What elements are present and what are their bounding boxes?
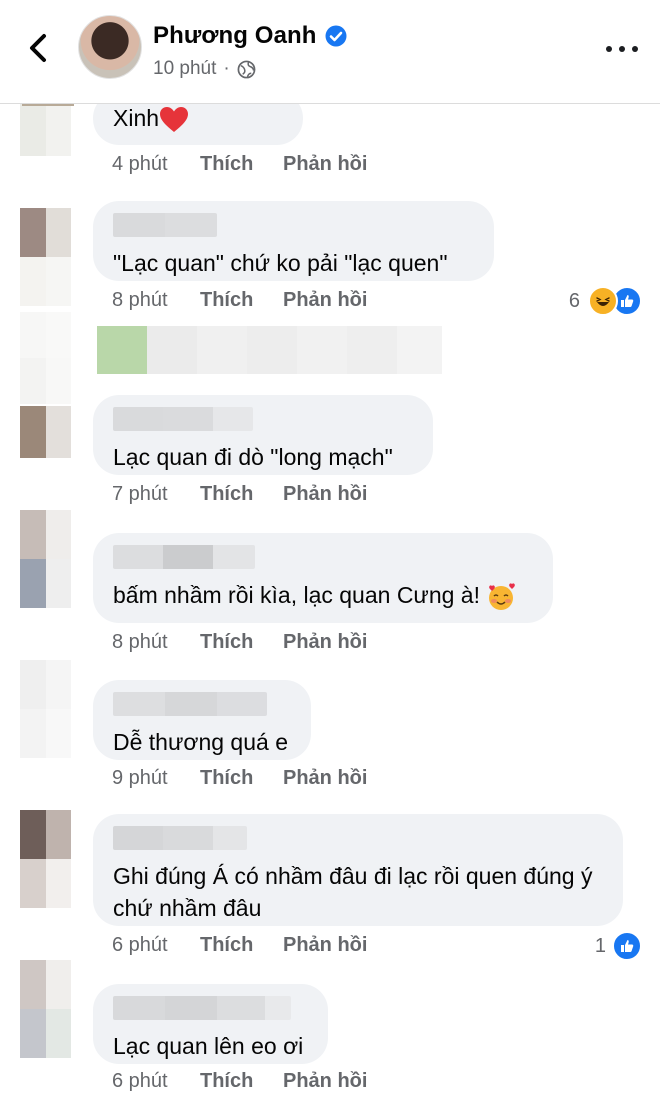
comment-actions: 6 phút Thích Phản hồi bbox=[112, 1070, 367, 1093]
avatar[interactable] bbox=[20, 406, 71, 458]
comment-time[interactable]: 9 phút bbox=[112, 767, 200, 790]
like-button[interactable]: Thích bbox=[200, 631, 283, 654]
commenter-name-blurred[interactable] bbox=[113, 213, 217, 237]
reply-button[interactable]: Phản hồi bbox=[283, 1070, 367, 1093]
commenter-name-blurred[interactable] bbox=[113, 692, 267, 716]
post-meta: 10 phút · bbox=[153, 58, 256, 80]
like-button[interactable]: Thích bbox=[200, 934, 283, 957]
comment-text: Lạc quan đi dò "long mạch" bbox=[113, 444, 393, 470]
post-header: Phương Oanh 10 phút · bbox=[0, 0, 660, 104]
more-options-icon bbox=[606, 46, 612, 52]
reply-button[interactable]: Phản hồi bbox=[283, 483, 367, 506]
like-reaction-icon bbox=[612, 931, 642, 961]
like-button[interactable]: Thích bbox=[200, 153, 283, 176]
author-avatar[interactable] bbox=[78, 15, 142, 79]
commenter-name-blurred[interactable] bbox=[113, 996, 291, 1020]
comment-actions: 4 phút Thích Phản hồi bbox=[112, 153, 367, 176]
comment-bubble[interactable]: Lạc quan lên eo ơi bbox=[93, 984, 328, 1064]
avatar[interactable] bbox=[20, 810, 71, 908]
post-time[interactable]: 10 phút bbox=[153, 58, 216, 80]
author-name-text: Phương Oanh bbox=[153, 22, 317, 49]
comment-text: Lạc quan lên eo ơi bbox=[113, 1033, 304, 1059]
reaction-summary[interactable]: 6 bbox=[569, 286, 642, 316]
reaction-count: 6 bbox=[568, 289, 580, 312]
comment-time[interactable]: 6 phút bbox=[112, 934, 200, 957]
more-options-button[interactable] bbox=[606, 38, 638, 60]
comment-time[interactable]: 4 phút bbox=[112, 153, 200, 176]
comment-actions: 8 phút Thích Phản hồi bbox=[112, 289, 367, 312]
reply-button[interactable]: Phản hồi bbox=[283, 631, 367, 654]
commenter-name-blurred[interactable] bbox=[113, 545, 255, 569]
comment-time[interactable]: 8 phút bbox=[112, 289, 200, 312]
comment-actions: 8 phút Thích Phản hồi bbox=[112, 631, 367, 654]
author-name[interactable]: Phương Oanh bbox=[153, 22, 347, 50]
reply-button[interactable]: Phản hồi bbox=[283, 934, 367, 957]
comment-actions: 9 phút Thích Phản hồi bbox=[112, 767, 367, 790]
comment-bubble[interactable]: bấm nhầm rồi kìa, lạc quan Cưng à! bbox=[93, 533, 553, 623]
comment-text: Ghi đúng Á có nhầm đâu đi lạc rồi quen đ… bbox=[113, 863, 593, 921]
comment-bubble[interactable]: "Lạc quan" chứ ko pải "lạc quen" bbox=[93, 201, 494, 281]
heart-emoji-icon bbox=[160, 106, 189, 132]
reply-button[interactable]: Phản hồi bbox=[283, 289, 367, 312]
comment-bubble[interactable]: Lạc quan đi dò "long mạch" bbox=[93, 395, 433, 475]
avatar[interactable] bbox=[20, 104, 71, 156]
reaction-summary[interactable]: 1 bbox=[595, 931, 642, 961]
back-button[interactable] bbox=[18, 28, 58, 68]
comment-text: bấm nhầm rồi kìa, lạc quan Cưng à! bbox=[113, 582, 480, 608]
comment-text: Dễ thương quá e bbox=[113, 729, 288, 755]
comment-text: Xinh bbox=[113, 105, 160, 131]
like-button[interactable]: Thích bbox=[200, 1070, 283, 1093]
smiling-face-with-hearts-icon bbox=[489, 583, 516, 610]
globe-icon bbox=[237, 60, 256, 78]
meta-separator: · bbox=[223, 58, 230, 79]
like-button[interactable]: Thích bbox=[200, 483, 283, 506]
avatar[interactable] bbox=[20, 208, 71, 306]
comment-time[interactable]: 7 phút bbox=[112, 483, 200, 506]
reply-button[interactable]: Phản hồi bbox=[283, 767, 367, 790]
reaction-count: 1 bbox=[594, 934, 606, 957]
comment-time[interactable]: 8 phút bbox=[112, 631, 200, 654]
commenter-name-blurred[interactable] bbox=[113, 826, 247, 850]
like-button[interactable]: Thích bbox=[200, 289, 283, 312]
back-arrow-icon bbox=[30, 34, 46, 62]
avatar[interactable] bbox=[20, 660, 71, 758]
comment-actions: 7 phút Thích Phản hồi bbox=[112, 483, 367, 506]
commenter-name-blurred[interactable] bbox=[113, 407, 253, 431]
avatar[interactable] bbox=[20, 510, 71, 608]
verified-badge-icon bbox=[325, 25, 347, 47]
comment-actions: 6 phút Thích Phản hồi bbox=[112, 934, 367, 957]
avatar[interactable] bbox=[20, 960, 71, 1058]
comment-bubble[interactable]: Ghi đúng Á có nhầm đâu đi lạc rồi quen đ… bbox=[93, 814, 623, 926]
comment-time[interactable]: 6 phút bbox=[112, 1070, 200, 1093]
reply-button[interactable]: Phản hồi bbox=[283, 153, 367, 176]
like-button[interactable]: Thích bbox=[200, 767, 283, 790]
haha-reaction-icon bbox=[588, 286, 618, 316]
comment-text: "Lạc quan" chứ ko pải "lạc quen" bbox=[113, 250, 448, 276]
comment-bubble[interactable]: Dễ thương quá e bbox=[93, 680, 311, 760]
